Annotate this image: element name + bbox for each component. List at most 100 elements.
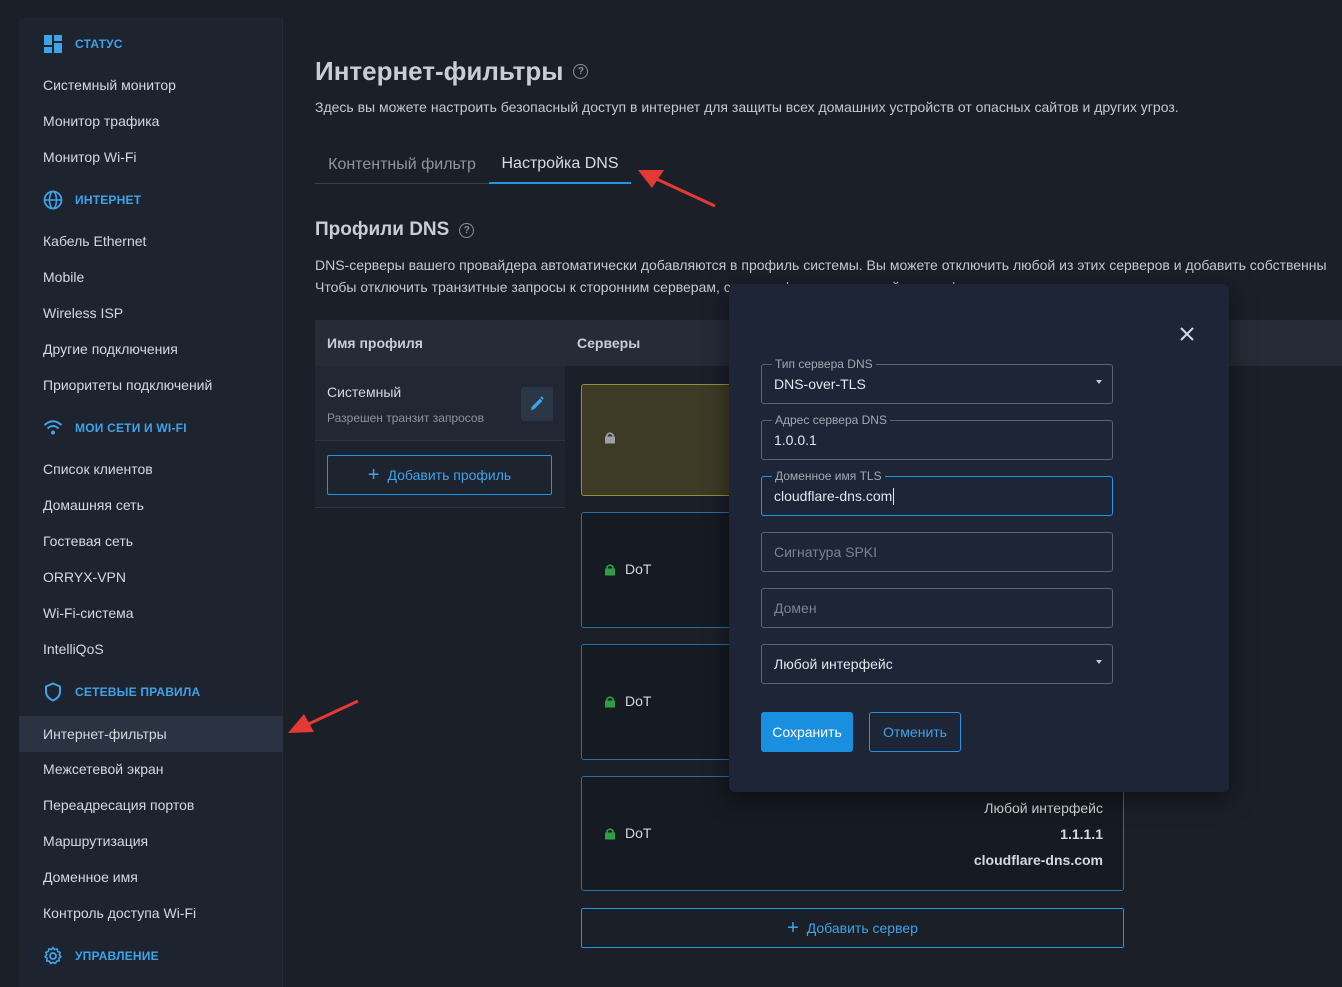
server-address-label: Адрес сервера DNS xyxy=(772,413,890,427)
page-title-text: Интернет-фильтры xyxy=(315,56,564,86)
section-internet-label: ИНТЕРНЕТ xyxy=(75,193,142,207)
sidebar-item-internet-filters[interactable]: Интернет-фильтры xyxy=(19,716,283,752)
section-network-rules-label: СЕТЕВЫЕ ПРАВИЛА xyxy=(75,685,201,699)
close-icon xyxy=(1180,327,1194,341)
lock-icon xyxy=(604,431,616,444)
add-profile-button[interactable]: + Добавить профиль xyxy=(327,455,552,495)
sidebar-item-routing[interactable]: Маршрутизация xyxy=(19,823,283,859)
shield-icon xyxy=(43,682,63,702)
section-internet[interactable]: ИНТЕРНЕТ xyxy=(43,188,141,212)
help-icon[interactable]: ? xyxy=(573,64,589,79)
sidebar-item-wifi-access-control[interactable]: Контроль доступа Wi-Fi xyxy=(19,895,283,931)
gear-icon xyxy=(43,946,63,966)
server-address-value: 1.0.0.1 xyxy=(774,432,817,448)
sidebar-panel: СТАТУС Системный монитор Монитор трафика… xyxy=(19,18,283,987)
section-status-label: СТАТУС xyxy=(75,37,123,51)
section-management[interactable]: УПРАВЛЕНИЕ xyxy=(43,944,159,968)
section-status[interactable]: СТАТУС xyxy=(43,32,123,56)
profile-row-system[interactable]: Системный Разрешен транзит запросов xyxy=(315,366,565,441)
server-type-select[interactable]: Тип сервера DNS DNS-over-TLS xyxy=(761,357,1113,404)
tab-dns-settings[interactable]: Настройка DNS xyxy=(489,146,631,184)
tab-content-filter[interactable]: Контентный фильтр xyxy=(315,146,489,184)
edit-profile-button[interactable] xyxy=(521,387,553,421)
cancel-button[interactable]: Отменить xyxy=(869,712,961,752)
server-type-label: DoT xyxy=(625,693,652,709)
sidebar-item-domain-name[interactable]: Доменное имя xyxy=(19,859,283,895)
dns-desc-line-1: DNS-серверы вашего провайдера автоматиче… xyxy=(315,257,1327,273)
save-button[interactable]: Сохранить xyxy=(761,712,853,752)
section-network-rules[interactable]: СЕТЕВЫЕ ПРАВИЛА xyxy=(43,680,200,704)
server-type-1: DoT xyxy=(604,561,651,577)
sidebar-item-system-monitor[interactable]: Системный монитор xyxy=(19,67,283,103)
section-my-networks-label: МОИ СЕТИ И WI-FI xyxy=(75,421,187,435)
tls-domain-input[interactable]: Доменное имя TLS cloudflare-dns.com xyxy=(761,469,1113,516)
chevron-down-icon xyxy=(1096,380,1102,384)
server-address: 1.1.1.1 xyxy=(1060,826,1103,842)
server-type-label: DoT xyxy=(625,561,652,577)
server-domain: cloudflare-dns.com xyxy=(973,852,1103,868)
sidebar-item-firewall[interactable]: Межсетевой экран xyxy=(19,751,283,787)
section-management-label: УПРАВЛЕНИЕ xyxy=(75,949,159,963)
add-server-label: Добавить сервер xyxy=(806,920,918,936)
text-cursor xyxy=(893,487,895,505)
sidebar-item-traffic-monitor[interactable]: Монитор трафика xyxy=(19,103,283,139)
sidebar-item-port-forwarding[interactable]: Переадресация портов xyxy=(19,787,283,823)
tab-bar: Контентный фильтр Настройка DNS xyxy=(315,146,631,184)
domain-placeholder: Домен xyxy=(774,600,817,616)
column-profile-name: Имя профиля xyxy=(327,335,423,351)
page-title: Интернет-фильтры ? xyxy=(315,56,589,87)
sidebar-item-mobile[interactable]: Mobile xyxy=(19,259,283,295)
interface-select[interactable]: Любой интерфейс xyxy=(761,644,1113,684)
plus-icon: + xyxy=(367,464,380,486)
chevron-down-icon xyxy=(1096,660,1102,664)
sidebar-item-wireless-isp[interactable]: Wireless ISP xyxy=(19,295,283,331)
green-lock-icon xyxy=(605,695,615,707)
dns-profiles-title-text: Профили DNS xyxy=(315,219,450,240)
close-button[interactable] xyxy=(1175,322,1199,346)
sidebar-item-ethernet[interactable]: Кабель Ethernet xyxy=(19,223,283,259)
green-lock-icon xyxy=(605,563,615,575)
app-root: СТАТУС Системный монитор Монитор трафика… xyxy=(0,0,1342,987)
dns-profiles-title: Профили DNS ? xyxy=(315,219,475,241)
section-my-networks[interactable]: МОИ СЕТИ И WI-FI xyxy=(43,416,187,440)
server-interface: Любой интерфейс xyxy=(984,800,1103,816)
sidebar-item-other-connections[interactable]: Другие подключения xyxy=(19,331,283,367)
green-lock-icon xyxy=(605,827,615,839)
spki-input[interactable]: Сигнатура SPKI xyxy=(761,532,1113,572)
tls-domain-label: Доменное имя TLS xyxy=(772,469,885,483)
tls-domain-value: cloudflare-dns.com xyxy=(774,488,893,504)
globe-icon xyxy=(43,190,63,210)
sidebar-item-home-network[interactable]: Домашняя сеть xyxy=(19,487,283,523)
server-type-label: DoT xyxy=(625,825,652,841)
wifi-icon xyxy=(43,418,63,438)
page-description: Здесь вы можете настроить безопасный дос… xyxy=(315,99,1179,115)
profile-name: Системный xyxy=(327,384,402,400)
spki-placeholder: Сигнатура SPKI xyxy=(774,544,878,560)
server-details: Любой интерфейс 1.1.1.1 cloudflare-dns.c… xyxy=(974,795,1103,873)
server-address-input[interactable]: Адрес сервера DNS 1.0.0.1 xyxy=(761,413,1113,460)
add-dns-server-dialog: Тип сервера DNS DNS-over-TLS Адрес серве… xyxy=(729,284,1229,792)
column-servers: Серверы xyxy=(577,335,641,351)
server-type-value: DNS-over-TLS xyxy=(774,376,866,392)
server-type-3: DoT xyxy=(604,825,651,841)
sidebar: СТАТУС Системный монитор Монитор трафика… xyxy=(0,0,283,987)
server-type-label: Тип сервера DNS xyxy=(772,357,876,371)
domain-input[interactable]: Домен xyxy=(761,588,1113,628)
server-card-dot-3[interactable]: DoT Любой интерфейс 1.1.1.1 cloudflare-d… xyxy=(581,776,1124,891)
pencil-icon xyxy=(531,396,544,410)
sidebar-item-wifi-system[interactable]: Wi-Fi-система xyxy=(19,595,283,631)
interface-value: Любой интерфейс xyxy=(774,656,893,672)
sidebar-item-wifi-monitor[interactable]: Монитор Wi-Fi xyxy=(19,139,283,175)
sidebar-item-intelliqos[interactable]: IntelliQoS xyxy=(19,631,283,667)
profile-subtitle: Разрешен транзит запросов xyxy=(327,411,484,425)
plus-icon: + xyxy=(787,917,799,939)
dashboard-icon xyxy=(43,34,63,54)
sidebar-item-guest-network[interactable]: Гостевая сеть xyxy=(19,523,283,559)
sidebar-item-client-list[interactable]: Список клиентов xyxy=(19,451,283,487)
sidebar-item-connection-priorities[interactable]: Приоритеты подключений xyxy=(19,367,283,403)
add-server-button[interactable]: + Добавить сервер xyxy=(581,908,1124,948)
dns-help-icon[interactable]: ? xyxy=(459,222,475,238)
sidebar-item-vpn[interactable]: ORRYX-VPN xyxy=(19,559,283,595)
server-type-2: DoT xyxy=(604,693,651,709)
add-profile-label: Добавить профиль xyxy=(387,467,512,483)
